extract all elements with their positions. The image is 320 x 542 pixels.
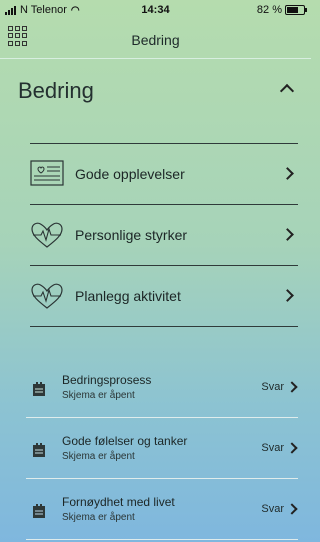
chevron-up-icon (279, 83, 295, 99)
chevron-right-icon (286, 381, 298, 393)
menu-list: Gode opplevelser Personlige styrker Plan… (30, 143, 298, 327)
menu-item-label: Gode opplevelser (75, 166, 185, 182)
form-title: Gode følelser og tanker (62, 434, 188, 448)
form-status: Skjema er åpent (62, 390, 135, 401)
form-status: Skjema er åpent (62, 512, 135, 523)
chevron-right-icon (286, 442, 298, 454)
menu-item-personlige-styrker[interactable]: Personlige styrker (30, 205, 298, 265)
chevron-right-icon (281, 228, 294, 241)
battery-icon (285, 5, 307, 15)
divider (30, 326, 298, 327)
heart-pulse-icon (31, 222, 63, 248)
answer-button[interactable]: Svar (261, 503, 298, 515)
nav-bar: Bedring (0, 20, 311, 56)
chevron-right-icon (281, 289, 294, 302)
nav-title: Bedring (131, 32, 180, 48)
form-item-bedringsprosess[interactable]: Bedringsprosess Skjema er åpent Svar (26, 357, 298, 418)
form-item-fornoydhet[interactable]: Fornøydhet med livet Skjema er åpent Sva… (26, 479, 298, 540)
section-header-bedring[interactable]: Bedring (18, 78, 298, 114)
status-bar: N Telenor ◠ 14:34 82 % (0, 0, 311, 20)
section-title: Bedring (18, 78, 94, 103)
form-status: Skjema er åpent (62, 451, 135, 462)
answer-label: Svar (261, 442, 284, 454)
form-list: Bedringsprosess Skjema er åpent Svar God… (26, 357, 298, 540)
answer-button[interactable]: Svar (261, 442, 298, 454)
answer-button[interactable]: Svar (261, 381, 298, 393)
menu-item-planlegg-aktivitet[interactable]: Planlegg aktivitet (30, 266, 298, 326)
menu-item-gode-opplevelser[interactable]: Gode opplevelser (30, 144, 298, 204)
chevron-right-icon (286, 503, 298, 515)
heart-pulse-icon (31, 283, 63, 309)
chevron-right-icon (281, 167, 294, 180)
form-title: Bedringsprosess (62, 373, 152, 387)
form-title: Fornøydhet med livet (62, 495, 175, 509)
answer-label: Svar (261, 503, 284, 515)
clipboard-icon (33, 504, 45, 518)
menu-item-label: Planlegg aktivitet (75, 288, 181, 304)
clipboard-icon (33, 382, 45, 396)
status-right: 82 % (256, 4, 307, 16)
menu-item-label: Personlige styrker (75, 227, 188, 243)
header-divider (0, 58, 311, 59)
battery-percent: 82 % (256, 4, 282, 16)
clipboard-icon (33, 443, 45, 457)
answer-label: Svar (261, 381, 284, 393)
card-heart-icon (30, 160, 64, 186)
form-item-gode-folelser[interactable]: Gode følelser og tanker Skjema er åpent … (26, 418, 298, 479)
